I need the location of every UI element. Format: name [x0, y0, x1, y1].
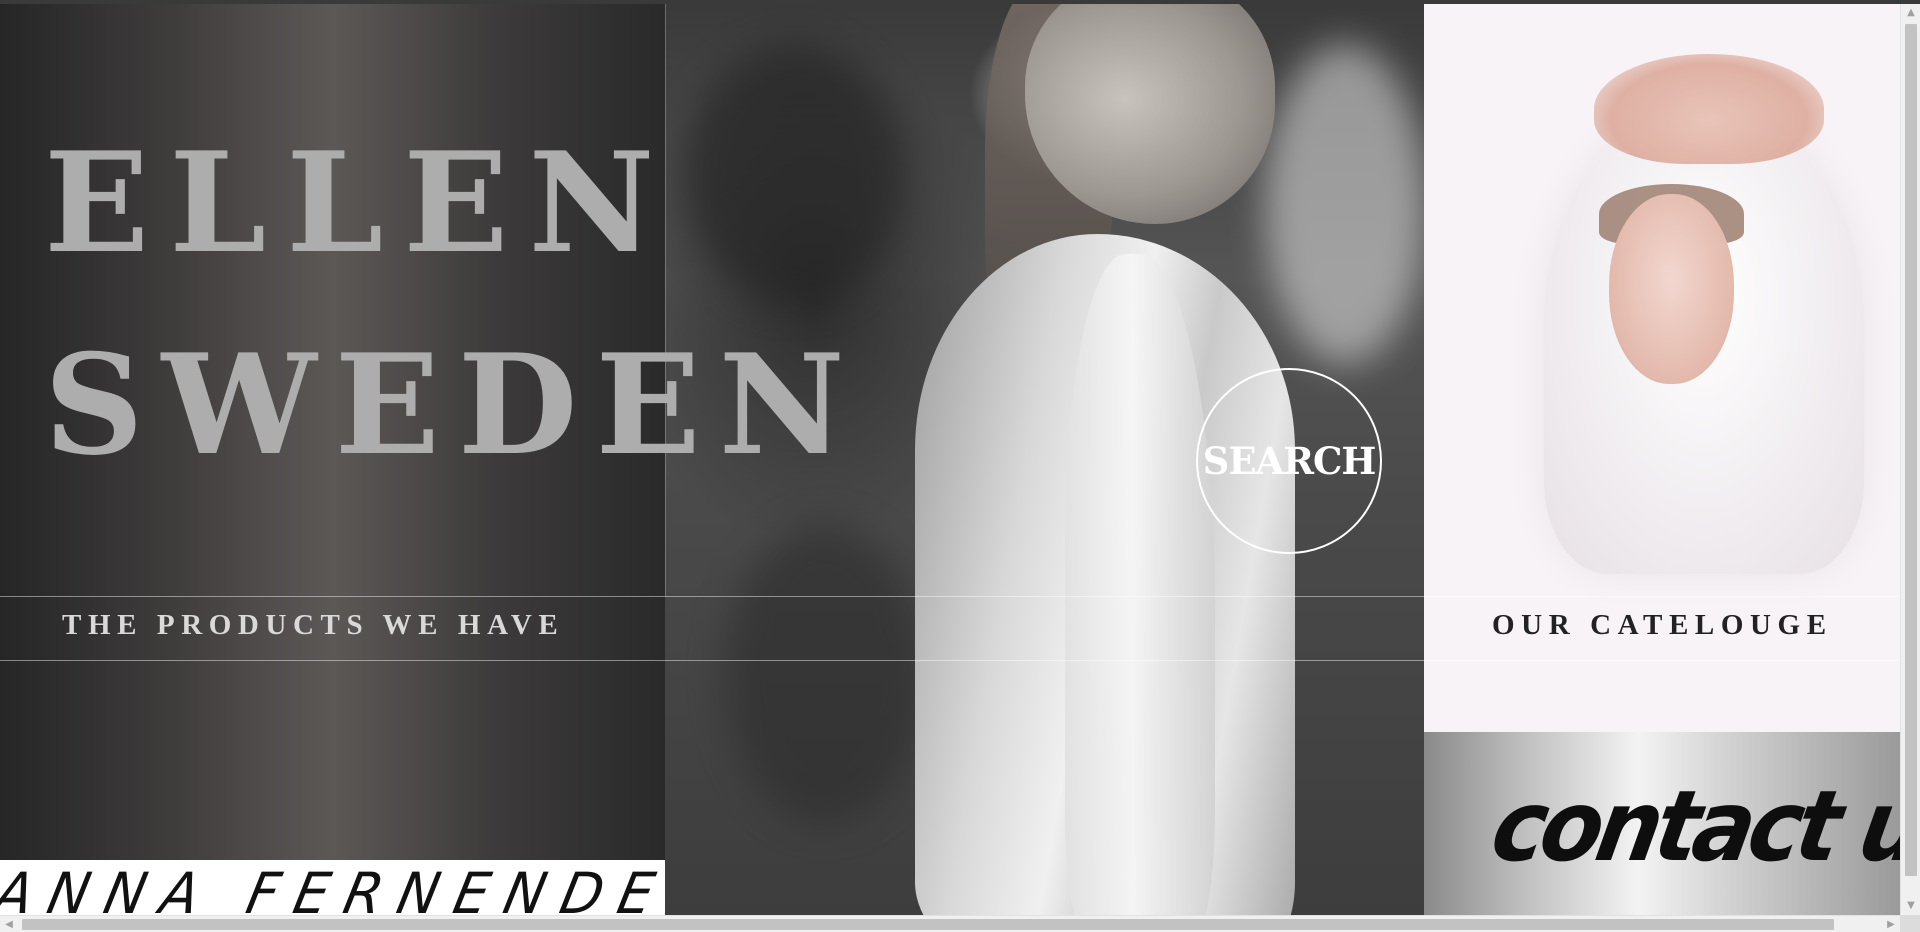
search-button[interactable]: SEARCH [1196, 368, 1382, 554]
catalogue-link[interactable]: OUR CATELOUGE [1492, 609, 1833, 642]
horizontal-scrollbar[interactable]: ◀ ▶ [0, 915, 1900, 932]
scroll-left-icon[interactable]: ◀ [0, 916, 18, 932]
catalogue-model-face [1609, 194, 1734, 384]
brand-name-line1: ELLEN [44, 121, 675, 284]
vertical-scrollbar[interactable]: ▲ ▼ [1900, 4, 1920, 915]
panel-divider [665, 4, 666, 596]
landing-page: ELLEN SWEDEN SEARCH THE PRODUCTS WE HAVE… [0, 0, 1920, 932]
model-sleeve [1065, 254, 1215, 915]
scrollbar-corner [1900, 915, 1920, 932]
photo-background-light [1265, 44, 1424, 364]
scroll-right-icon[interactable]: ▶ [1882, 916, 1900, 932]
catalogue-model-hands [1594, 54, 1824, 164]
contact-panel[interactable]: contact us. [1424, 732, 1900, 915]
designer-signature: ANNA FERNENDES. [0, 860, 665, 915]
contact-us-link[interactable]: contact us. [1484, 770, 1900, 884]
photo-background-foliage-lower [725, 524, 925, 824]
scroll-down-icon[interactable]: ▼ [1901, 897, 1920, 915]
horizontal-scroll-thumb[interactable] [22, 919, 1834, 930]
scroll-up-icon[interactable]: ▲ [1901, 4, 1920, 22]
signature-strip: ANNA FERNENDES. [0, 860, 665, 915]
photo-background-foliage [685, 44, 905, 304]
brand-name-line2: SWEDEN [44, 323, 863, 486]
vertical-scroll-thumb[interactable] [1905, 24, 1917, 876]
products-link[interactable]: THE PRODUCTS WE HAVE [62, 609, 564, 642]
